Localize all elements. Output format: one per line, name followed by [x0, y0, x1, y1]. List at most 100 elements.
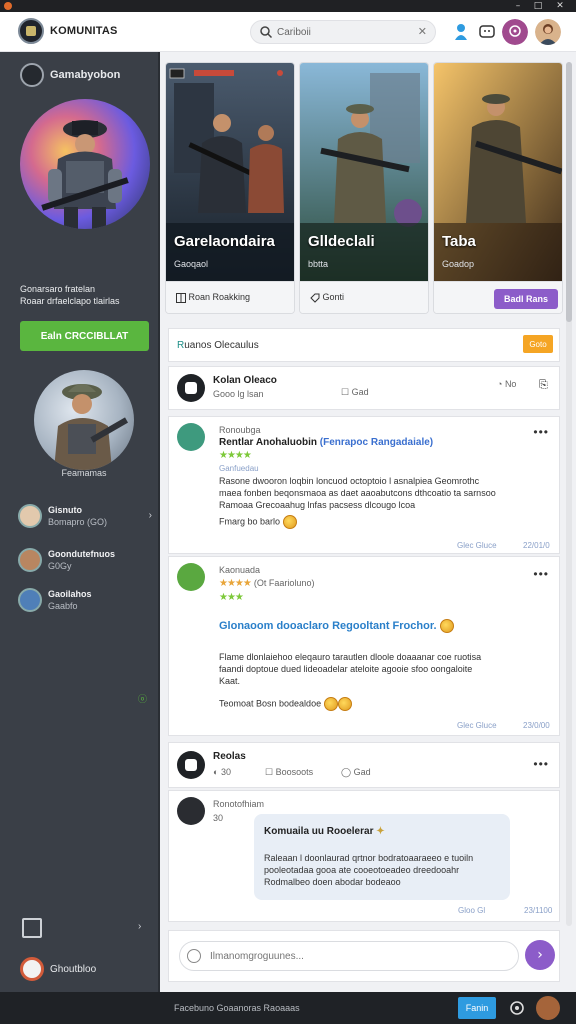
sidebar-collapse-handle[interactable]: ⓞ — [138, 692, 147, 705]
emoji-icon — [337, 697, 352, 711]
search-clear-icon[interactable]: ✕ — [418, 25, 427, 38]
friends-icon[interactable] — [448, 19, 474, 45]
friend-name: Goondutefnuos — [48, 549, 115, 559]
post-sub-label: Ganfuedau — [219, 464, 259, 473]
post-rating-note: (Ot Faarioluno) — [253, 578, 315, 588]
hero-artwork[interactable] — [20, 99, 150, 229]
friend-item[interactable]: Gaoilahos Gaabfo — [18, 588, 158, 618]
app-logo-icon — [4, 2, 12, 10]
settings-icon[interactable] — [508, 999, 526, 1017]
sidebar-subtitle-line-1: Gonarsaro fratelan — [20, 284, 96, 294]
post-composer-header: Kolan Oleaco Gooo lg lsan ☐ Gad ◔ No ⎘ — [168, 366, 560, 410]
join-community-button[interactable]: Ealn CRCCIBLLAT — [20, 321, 149, 351]
left-sidebar: Gamabyobon Gonarsaro fratelan Roaar drfa… — [0, 52, 160, 992]
section-header: Ruanos Olecaulus Goto — [168, 328, 560, 362]
chat-bubble-title-text: Komuaila uu Rooelerar — [264, 826, 374, 837]
post-body-line: Fmarg bo barlo — [219, 516, 281, 527]
post-body-line: Teomoat Bosn bodealdoe — [219, 698, 322, 709]
thread-avatar[interactable] — [177, 751, 205, 779]
brand-name: KOMUNITAS — [50, 25, 118, 37]
game-card-subtitle: Gaoqaol — [174, 259, 209, 269]
post-author-avatar[interactable] — [177, 423, 205, 451]
thread-boost[interactable]: ☐ Boosoots — [265, 767, 313, 778]
post-rating-row: ★★★★ (Ot Faarioluno) — [219, 577, 314, 589]
brand-logo-icon[interactable] — [18, 18, 44, 44]
friend-avatar — [18, 588, 42, 612]
chat-author-avatar[interactable] — [177, 797, 205, 825]
post-headline-text: Glonaoom dooaclaro Regooltant Frochor. — [219, 619, 437, 632]
game-card[interactable]: Garelaondaira Gaoqaol Roan Roakking — [165, 62, 295, 314]
search-input[interactable] — [277, 24, 407, 40]
section-action-button[interactable]: Goto — [523, 335, 553, 353]
minimize-button[interactable]: – — [510, 0, 526, 12]
game-card[interactable]: Glldeclali bbtta Gonti — [299, 62, 429, 314]
card-action-label: Gonti — [322, 292, 345, 302]
game-card-title: Taba — [442, 233, 476, 250]
thread-header: Reolas ◐ 30 ☐ Boosoots ◯ Gad ••• — [168, 742, 560, 788]
card-action-button[interactable]: Gonti — [310, 292, 344, 303]
post-headline: Glonaoom dooaclaro Regooltant Frochor. — [219, 619, 454, 633]
current-user-avatar[interactable] — [20, 957, 44, 981]
channel-name: Kolan Oleaco — [213, 375, 277, 386]
friend-avatar — [18, 504, 42, 528]
views-count-value: No — [504, 379, 517, 389]
grid-icon — [176, 292, 186, 303]
game-card-subtitle: Goadop — [442, 259, 475, 269]
chat-body-line: Raleaan l doonlaurad qrtnor bodratoaarae… — [264, 853, 474, 863]
footer-action-button[interactable]: Fanin — [458, 997, 496, 1019]
more-options-icon[interactable]: ••• — [533, 567, 549, 581]
thread-add[interactable]: ◯ Gad — [341, 767, 371, 778]
card-action-button[interactable]: Roan Roakking — [176, 292, 250, 303]
friend-item[interactable]: Goondutefnuos G0Gy — [18, 548, 158, 578]
exit-icon[interactable] — [22, 918, 42, 938]
more-options-icon[interactable]: ••• — [533, 425, 549, 439]
send-button[interactable]: › — [525, 940, 555, 970]
chevron-right-icon[interactable]: › — [138, 921, 141, 932]
post-author-avatar[interactable] — [177, 563, 205, 591]
card-primary-button[interactable]: Badl Rans — [494, 289, 558, 309]
chat-bubble-body: Raleaan l doonlaurad qrtnor bodratoaarae… — [264, 852, 504, 888]
post-body-line: maea fonben beqonsmaoa as daet aaoabutco… — [219, 488, 496, 498]
top-header: KOMUNITAS ✕ — [0, 12, 576, 52]
game-card[interactable]: Taba Goadop Badl Rans — [433, 62, 563, 314]
thread-name: Reolas — [213, 751, 246, 762]
messages-icon[interactable] — [474, 19, 500, 45]
search-bar[interactable]: ✕ — [250, 20, 436, 44]
channel-avatar[interactable] — [177, 374, 205, 402]
thread-comment-count: 30 — [220, 767, 231, 777]
community-badge-icon[interactable] — [20, 63, 44, 87]
chat-action[interactable]: ☐ Gad — [341, 387, 369, 398]
game-card-title: Garelaondaira — [174, 233, 275, 250]
game-card-footer: Gonti — [300, 281, 428, 313]
post-rating: ★★★★ — [219, 450, 252, 461]
scrollbar-thumb[interactable] — [566, 62, 572, 322]
post-title-tag: (Fenrapoc Rangadaiale) — [319, 437, 434, 448]
thread-comments[interactable]: ◐ 30 — [213, 767, 231, 777]
views-count: ◔ No — [497, 379, 517, 389]
maximize-button[interactable]: □ — [530, 0, 546, 12]
post-body-line: Ramoaa Grecoaahug lnfas pacsess dlcougo … — [219, 500, 416, 510]
more-options-icon[interactable]: ••• — [533, 757, 549, 771]
user-avatar[interactable] — [535, 19, 561, 45]
share-icon[interactable]: ⎘ — [539, 379, 548, 392]
chat-bubble[interactable]: Komuaila uu Rooelerar ✦ Raleaan l doonla… — [254, 814, 510, 900]
featured-soldier-image[interactable] — [34, 370, 134, 470]
tag-icon — [310, 293, 320, 303]
section-title: Ruanos Olecaulus — [177, 340, 259, 351]
chat-meta-left: Gloo Gl — [458, 906, 486, 915]
close-window-button[interactable]: ✕ — [552, 0, 568, 12]
friend-item[interactable]: Gisnuto Bomapro (GO) › — [18, 504, 158, 534]
notifications-icon[interactable] — [502, 19, 528, 45]
post-body-line: faandi doptoue dued lideoadelar ateloite… — [219, 664, 473, 674]
friend-status: Bomapro (GO) — [48, 517, 108, 527]
game-card-subtitle: bbtta — [308, 259, 329, 269]
footer-user-avatar[interactable] — [536, 996, 560, 1020]
window-titlebar: – □ ✕ — [0, 0, 576, 12]
message-input[interactable] — [179, 941, 519, 971]
post-rating: ★★★★ — [219, 578, 252, 589]
main-scrollbar[interactable] — [566, 62, 572, 926]
search-icon — [260, 26, 273, 39]
message-composer: › — [168, 930, 560, 982]
emoji-picker-icon[interactable] — [187, 949, 201, 963]
post-card: Kaonuada ★★★★ (Ot Faarioluno) ★★★ Glonao… — [168, 556, 560, 736]
